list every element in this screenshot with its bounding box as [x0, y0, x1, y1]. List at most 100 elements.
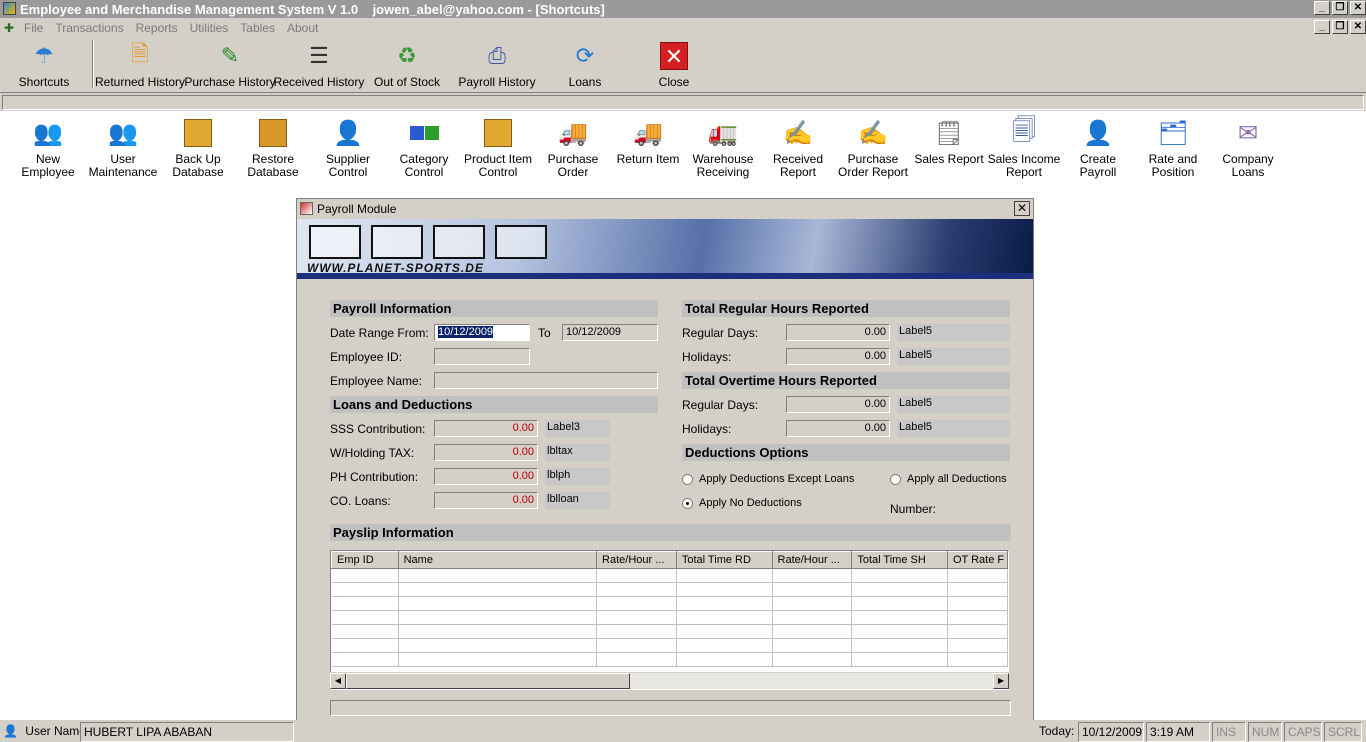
overtime-days-label: Regular Days: — [682, 398, 759, 412]
regular-days-label: Regular Days: — [682, 326, 759, 340]
col-rate-hour-rd[interactable]: Rate/Hour ... — [596, 551, 677, 569]
banner-mountain-frame — [495, 225, 547, 259]
menu-logo-icon: ✚ — [4, 21, 15, 35]
status-ins: INS — [1212, 722, 1246, 742]
shortcut-sales-income-report[interactable]: 🗐 Sales Income Report — [986, 116, 1062, 179]
menu-reports[interactable]: Reports — [136, 21, 178, 35]
shortcut-purchase-order-report[interactable]: ✍ Purchase Order Report — [835, 116, 911, 179]
col-emp-id[interactable]: Emp ID — [331, 551, 399, 569]
shortcut-sales-report[interactable]: 🗒 Sales Report — [911, 116, 987, 166]
shortcut-backup-database[interactable]: Back Up Database — [160, 116, 236, 179]
table-row[interactable] — [331, 652, 1008, 667]
regular-days-aux-label: Label5 — [897, 324, 1010, 341]
app-icon — [3, 2, 16, 15]
toolbar-out-of-stock-button[interactable]: ♻ Out of Stock — [363, 40, 451, 90]
col-total-time-rd[interactable]: Total Time RD — [675, 551, 773, 569]
shortcut-product-item-control[interactable]: Product Item Control — [460, 116, 536, 179]
regular-holidays-label: Holidays: — [682, 350, 732, 364]
shortcut-supplier-control[interactable]: 👤 Supplier Control — [310, 116, 386, 179]
shortcut-restore-database[interactable]: Restore Database — [235, 116, 311, 179]
recycle-bin-icon: ♻ — [397, 43, 417, 68]
overtime-days-field[interactable]: 0.00 — [786, 396, 890, 413]
sss-field[interactable]: 0.00 — [434, 420, 538, 437]
toolbar-separator — [92, 40, 94, 88]
refresh-icon: ⟳ — [575, 43, 595, 68]
scroll-left-icon[interactable]: ◀ — [330, 673, 346, 689]
main-toolbar: ☂ Shortcuts 🗎 Returned History ✎ Purchas… — [0, 38, 1366, 92]
date-from-field[interactable]: 10/12/2009 — [434, 324, 530, 341]
shortcut-return-item[interactable]: 🚚 Return Item — [610, 116, 686, 166]
menu-bar: ✚ File Transactions Reports Utilities Ta… — [0, 18, 1366, 38]
date-to-field[interactable]: 10/12/2009 — [562, 324, 658, 341]
apply-no-deductions-radio[interactable]: Apply No Deductions — [682, 497, 802, 509]
shortcut-category-control[interactable]: Category Control — [386, 116, 462, 179]
minimize-button[interactable]: _ — [1314, 1, 1330, 15]
window-controls: _ ❐ ✕ — [1314, 1, 1366, 15]
scroll-thumb[interactable] — [346, 673, 630, 689]
shortcut-company-loans[interactable]: ✉ Company Loans — [1210, 116, 1286, 179]
toolbar-returned-history-button[interactable]: 🗎 Returned History — [95, 40, 185, 90]
menu-tables[interactable]: Tables — [240, 21, 275, 35]
child-restore-button[interactable]: ❐ — [1332, 20, 1348, 34]
scroll-right-icon[interactable]: ▶ — [993, 673, 1009, 689]
shortcut-purchase-order[interactable]: 🚚 Purchase Order — [535, 116, 611, 179]
child-close-button[interactable]: ✕ — [1350, 20, 1366, 34]
horizontal-scrollbar[interactable]: ◀ ▶ — [330, 672, 1009, 689]
employee-id-field[interactable] — [434, 348, 530, 365]
toolbar-loans-button[interactable]: ⟳ Loans — [541, 40, 629, 90]
restore-button[interactable]: ❐ — [1332, 1, 1348, 15]
progress-bar — [330, 700, 1011, 716]
table-row[interactable] — [331, 568, 1008, 583]
overtime-hours-header: Total Overtime Hours Reported — [682, 372, 1010, 389]
col-total-time-sh[interactable]: Total Time SH — [851, 551, 948, 569]
status-time: 3:19 AM — [1146, 722, 1210, 742]
menu-file[interactable]: File — [24, 21, 43, 35]
toolbar-payroll-history-button[interactable]: ⎙ Payroll History — [453, 40, 541, 90]
order-report-icon: ✍ — [858, 119, 888, 147]
shortcut-received-report[interactable]: ✍ Received Report — [760, 116, 836, 179]
apply-except-loans-radio[interactable]: Apply Deductions Except Loans — [682, 473, 854, 485]
table-row[interactable] — [331, 624, 1008, 639]
child-minimize-button[interactable]: _ — [1314, 20, 1330, 34]
shortcut-warehouse-receiving[interactable]: 🚛 Warehouse Receiving — [685, 116, 761, 179]
menu-about[interactable]: About — [287, 21, 318, 35]
wtax-field[interactable]: 0.00 — [434, 444, 538, 461]
toolbar-received-history-button[interactable]: ☰ Received History — [274, 40, 365, 90]
overtime-holidays-label: Holidays: — [682, 422, 732, 436]
employee-name-field[interactable] — [434, 372, 658, 389]
income-report-icon: 🗐 — [1012, 116, 1036, 144]
shortcut-rate-and-position[interactable]: 🗂 Rate and Position — [1135, 116, 1211, 179]
toolbar-purchase-history-button[interactable]: ✎ Purchase History — [184, 40, 275, 90]
table-row[interactable] — [331, 610, 1008, 625]
col-ot-rate[interactable]: OT Rate F — [946, 551, 1008, 569]
table-row[interactable] — [331, 582, 1008, 597]
table-row[interactable] — [331, 638, 1008, 653]
shortcut-user-maintenance[interactable]: 👥 User Maintenance — [85, 116, 161, 179]
close-window-button[interactable]: ✕ — [1350, 1, 1366, 15]
col-name[interactable]: Name — [397, 551, 598, 569]
shortcut-create-payroll[interactable]: 👤 Create Payroll — [1060, 116, 1136, 179]
rate-folder-icon: 🗂 — [1157, 119, 1189, 147]
toolbar-shortcuts-button[interactable]: ☂ Shortcuts — [0, 40, 88, 90]
ph-field[interactable]: 0.00 — [434, 468, 538, 485]
col-rate-hour-sh[interactable]: Rate/Hour ... — [771, 551, 853, 569]
apply-all-deductions-radio[interactable]: Apply all Deductions — [890, 473, 1007, 485]
warehouse-icon: 🚛 — [708, 119, 738, 147]
user-status-icon: 👤 — [3, 724, 18, 738]
overtime-holidays-field[interactable]: 0.00 — [786, 420, 890, 437]
toolbar-close-button[interactable]: ✕ Close — [630, 40, 718, 90]
menu-utilities[interactable]: Utilities — [190, 21, 229, 35]
employee-name-label: Employee Name: — [330, 374, 423, 388]
regular-days-field[interactable]: 0.00 — [786, 324, 890, 341]
sss-label: SSS Contribution: — [330, 422, 426, 436]
payslip-grid[interactable]: Emp ID Name Rate/Hour ... Total Time RD … — [330, 550, 1009, 690]
child-window-controls: _ ❐ ✕ — [1314, 20, 1366, 34]
payroll-close-button[interactable]: ✕ — [1014, 201, 1030, 216]
co-loans-field[interactable]: 0.00 — [434, 492, 538, 509]
menu-transactions[interactable]: Transactions — [55, 21, 123, 35]
today-label: Today: — [1036, 722, 1078, 742]
regular-holidays-field[interactable]: 0.00 — [786, 348, 890, 365]
table-row[interactable] — [331, 596, 1008, 611]
shortcut-new-employee[interactable]: 👥 New Employee — [10, 116, 86, 179]
deductions-options-header: Deductions Options — [682, 444, 1010, 461]
